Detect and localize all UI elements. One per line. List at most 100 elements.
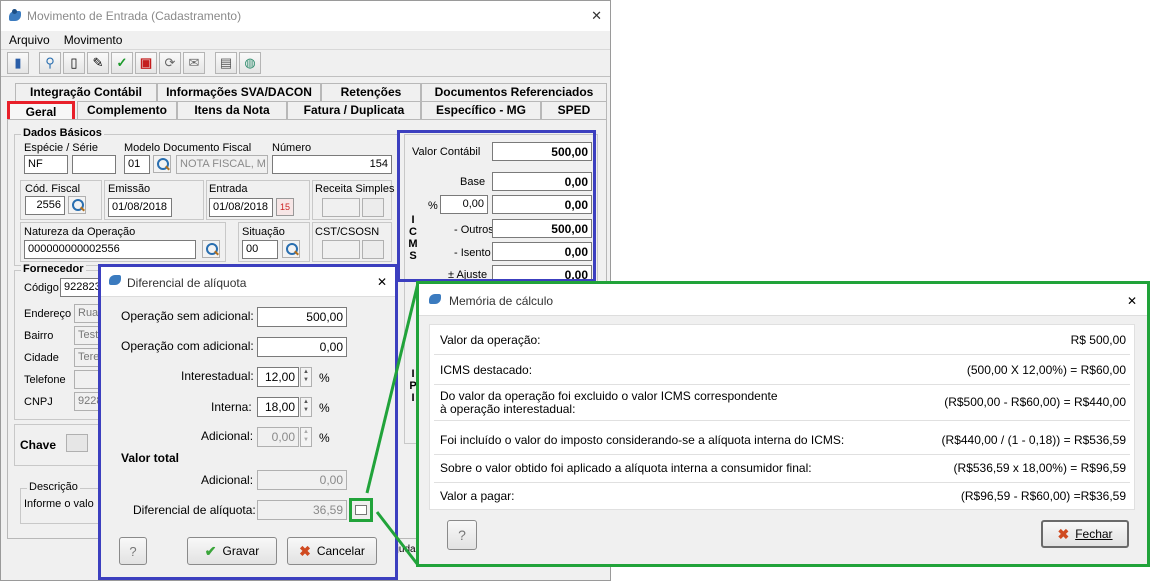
search-icon[interactable]: ⚲ [39,52,61,74]
cst-button[interactable] [362,240,384,259]
icms-highlight-frame [397,130,596,282]
calculator-icon[interactable]: ▤ [215,52,237,74]
serie-field[interactable] [72,155,116,174]
especie-field[interactable]: NF [24,155,68,174]
interna-spinner[interactable]: ▲ ▼ [300,397,312,417]
receita-button[interactable] [362,198,384,217]
chave-icon[interactable] [66,434,88,452]
valor-total-label: Valor total [121,451,180,465]
memoria-row-label: Do valor da operação foi excluido o valo… [440,389,778,403]
descricao-legend: Descrição [27,481,80,493]
memoria-row-aplicado: Sobre o valor obtido foi aplicado a alíq… [434,457,1130,483]
tab-sped[interactable]: SPED [541,101,607,119]
cancelar-button[interactable]: ✖ Cancelar [287,537,377,565]
close-icon: ✖ [1057,525,1070,542]
memoria-help-label: ? [458,527,466,543]
tab-fatura-duplicata[interactable]: Fatura / Duplicata [287,101,421,119]
receita-simples-label: Receita Simples [315,183,395,195]
refresh-icon[interactable]: ⟳ [159,52,181,74]
memoria-close-icon[interactable]: ✕ [1127,294,1137,308]
natureza-field[interactable]: 000000000002556 [24,240,196,259]
entrada-field[interactable]: 01/08/2018 [209,198,273,217]
memoria-row-value: (R$536,59 x 18,00%) = R$96,59 [953,461,1126,475]
memoria-dialog: Memória de cálculo ✕ Valor da operação: … [416,281,1150,567]
memoria-calculo-icon[interactable] [349,498,373,522]
calendar-icon[interactable]: 15 [276,198,294,216]
situacao-search-icon[interactable] [282,240,300,258]
edit-document-icon[interactable]: ✎ [87,52,109,74]
fechar-button[interactable]: ✖ Fechar [1041,520,1129,548]
diferencial-label: Diferencial de alíquota: [133,503,256,517]
tab-complemento[interactable]: Complemento [77,101,177,119]
interestadual-label: Interestadual: [181,369,254,383]
modelo-code-field[interactable]: 01 [124,155,150,174]
diferencial-help-button[interactable]: ? [119,537,147,565]
diferencial-app-icon [109,275,121,285]
new-document-icon[interactable]: ▯ [63,52,85,74]
interestadual-field[interactable]: 12,00 [257,367,299,387]
diferencial-field: 36,59 [257,500,347,520]
memoria-help-button[interactable]: ? [447,520,477,550]
toolbar: ▮ ⚲ ▯ ✎ ✓ ▣ ⟳ ✉ ▤ ◍ [1,49,610,77]
diferencial-title: Diferencial de alíquota [127,276,247,290]
cod-fiscal-search-icon[interactable] [68,196,86,214]
tab-especifico-mg[interactable]: Específico - MG [421,101,541,119]
memoria-row-label: Foi incluído o valor do imposto consider… [440,433,845,447]
menu-arquivo[interactable]: Arquivo [9,33,50,47]
mail-icon[interactable]: ✉ [183,52,205,74]
gravar-button[interactable]: ✔ Gravar [187,537,277,565]
numero-label: Número [272,142,312,154]
interestadual-pct: % [319,371,330,385]
tab-itens-da-nota[interactable]: Itens da Nota [177,101,287,119]
cod-fiscal-label: Cód. Fiscal [25,183,81,195]
cod-fiscal-field[interactable]: 2556 [25,196,65,215]
op-com-field[interactable]: 0,00 [257,337,347,357]
descricao-text: Informe o valo [24,498,94,510]
memoria-row-incluido: Foi incluído o valor do imposto consider… [434,429,1130,455]
confirm-icon[interactable]: ✓ [111,52,133,74]
modelo-search-icon[interactable] [153,155,171,173]
situacao-field[interactable]: 00 [242,240,278,259]
memoria-row-label-cont: à operação interestadual: [440,402,576,416]
exit-icon[interactable]: ▮ [7,52,29,74]
op-sem-label: Operação sem adicional: [121,309,254,323]
cidade-label: Cidade [24,352,59,364]
delete-icon[interactable]: ▣ [135,52,157,74]
adicional-spinner: ▲ ▼ [300,427,312,447]
tab-integracao-contabil[interactable]: Integração Contábil [15,83,157,101]
numero-field[interactable]: 154 [272,155,392,174]
diferencial-help-label: ? [129,543,137,559]
chave-label: Chave [20,438,57,452]
memoria-row-icms-destacado: ICMS destacado: (500,00 X 12,00%) = R$60… [434,359,1130,385]
app-icon [7,9,23,23]
memoria-title: Memória de cálculo [449,294,554,308]
menu-movimento[interactable]: Movimento [64,33,123,47]
adicional-label: Adicional: [201,429,254,443]
tab-documentos-referenciados[interactable]: Documentos Referenciados [421,83,607,101]
globe-icon[interactable]: ◍ [239,52,261,74]
memoria-row-value: (R$500,00 - R$60,00) = R$440,00 [944,395,1126,409]
cancel-icon: ✖ [299,542,311,559]
close-icon[interactable]: ✕ [591,8,602,24]
emissao-field[interactable]: 01/08/2018 [108,198,172,217]
dados-basicos-legend: Dados Básicos [21,127,104,139]
tab-informacoes-sva[interactable]: Informações SVA/DACON [157,83,321,101]
tab-retencoes[interactable]: Retenções [321,83,421,101]
main-titlebar: Movimento de Entrada (Cadastramento) ✕ [1,1,610,31]
diferencial-titlebar: Diferencial de alíquota ✕ [101,267,395,297]
adicional2-label: Adicional: [201,473,254,487]
main-title: Movimento de Entrada (Cadastramento) [27,9,242,23]
op-sem-field[interactable]: 500,00 [257,307,347,327]
fechar-label: Fechar [1075,527,1113,541]
memoria-row-label: Valor a pagar: [440,489,515,503]
interna-field[interactable]: 18,00 [257,397,299,417]
natureza-label: Natureza da Operação [24,226,136,238]
adicional-pct: % [319,431,330,445]
memoria-row-value: (R$440,00 / (1 - 0,18)) = R$536,59 [941,433,1126,447]
natureza-search-icon[interactable] [202,240,220,258]
cancelar-label: Cancelar [316,544,365,558]
interestadual-spinner[interactable]: ▲ ▼ [300,367,312,387]
interna-label: Interna: [211,400,252,414]
diferencial-close-icon[interactable]: ✕ [377,275,387,289]
especie-serie-label: Espécie / Série [24,142,98,154]
